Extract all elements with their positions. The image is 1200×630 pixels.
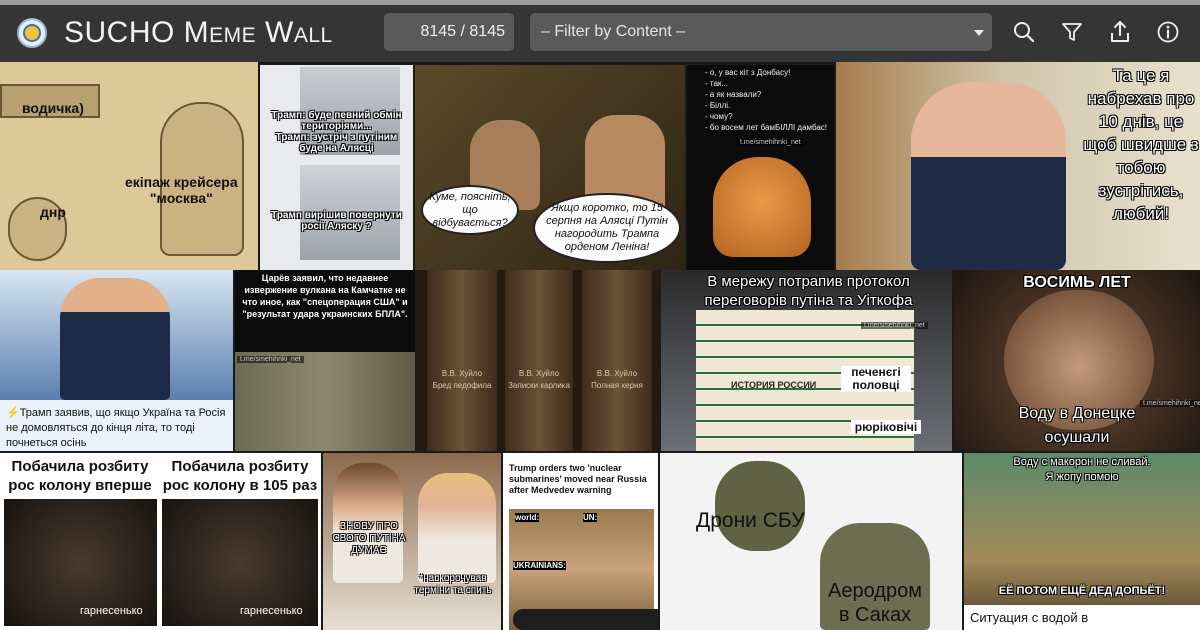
meme-caption: Побачила розбиту рос колону в 105 раз: [162, 458, 318, 494]
book-spine-2: [505, 270, 573, 451]
meme-caption: В мережу потрапив протокол переговорів п…: [704, 273, 913, 309]
meme-caption: В.В. Хуйло Записки карлика: [508, 369, 570, 390]
meme-tile[interactable]: Царёв заявил, что недавнее извержение ву…: [235, 270, 415, 451]
meme-caption: гарнесенько: [240, 605, 303, 617]
meme-caption: В.В. Хуйло Бред педофила: [432, 369, 492, 390]
meme-counter: 8145 / 8145: [384, 13, 514, 51]
watermark: t.me/smehihnki_net: [861, 322, 928, 329]
meme-grid: водичка) екіпаж крейсера "москва" днр Тр…: [0, 62, 1200, 630]
book-spine-3: [582, 270, 652, 451]
speech-bubble-left: Куме, поясніть, що відбувається?: [421, 185, 519, 235]
watermark: t.me/smehihnki_net: [237, 356, 304, 363]
meme-caption: рюріковічі: [851, 420, 921, 434]
share-button[interactable]: [1107, 19, 1133, 45]
video-player-bar[interactable]: [513, 609, 658, 630]
meme-tile[interactable]: Побачила розбиту рос колону вперше Побач…: [0, 453, 321, 630]
watermark: t.me/smehihnki_net: [1140, 400, 1200, 407]
meme-caption: ВОСИМЬ ЛЕТ: [1023, 274, 1131, 291]
search-icon: [1014, 22, 1035, 43]
meme-caption: В.В. Хуйло Полная херня: [591, 369, 643, 390]
app-header: SUCHO Meme Wall 8145 / 8145 – Filter by …: [0, 5, 1200, 62]
meme-tile[interactable]: Та це я набрехав про 10 днів, це щоб шви…: [836, 62, 1200, 270]
meme-tile[interactable]: Trump orders two 'nuclear submarines' mo…: [503, 453, 658, 630]
logo-emblem-icon: [25, 26, 39, 40]
content-filter-select[interactable]: – Filter by Content –: [530, 13, 992, 51]
meme-tile[interactable]: ЗНОВУ ПРО СВОГО ПУТІНА ДУМАЄ *наскорочув…: [323, 453, 501, 630]
info-button[interactable]: [1155, 19, 1181, 45]
meme-tile[interactable]: - о, у вас кіт з Донбасу! - так... - а я…: [687, 65, 834, 270]
meme-caption: гарнесенько: [80, 605, 143, 617]
meme-caption: Аеродром в Саках: [828, 580, 922, 626]
two-men-photo: [235, 352, 415, 451]
meme-tile[interactable]: Куме, поясніть, що відбувається? Якщо ко…: [415, 65, 685, 270]
meme-caption: Трамп: буде певний обмін територіями... …: [271, 110, 402, 154]
watermark: t.me/smehihnki_net: [737, 139, 804, 146]
meme-tile[interactable]: Воду с макорон не сливай. Я жопу помою Е…: [964, 453, 1200, 630]
meme-caption: UKRAINIANS:: [513, 561, 566, 570]
meme-caption: ЕЁ ПОТОМ ЕЩЁ ДЕД ДОПЬЁТ!: [998, 585, 1166, 597]
filter-select-label: – Filter by Content –: [541, 23, 686, 40]
jumping-soldier-photo: [715, 461, 805, 551]
meme-tile[interactable]: ВОСИМЬ ЛЕТ Воду в Донецке осушали t.me/s…: [954, 270, 1200, 451]
trump-figure: [60, 278, 170, 400]
meme-caption: Дрони СБУ: [696, 509, 805, 532]
meme-tile[interactable]: Трамп: буде певний обмін територіями... …: [260, 65, 413, 270]
meme-tile[interactable]: В.В. Хуйло Бред педофила В.В. Хуйло Запи…: [417, 270, 659, 451]
meme-tile[interactable]: В мережу потрапив протокол переговорів п…: [661, 270, 952, 451]
filter-button[interactable]: [1059, 19, 1085, 45]
meme-caption: Trump orders two 'nuclear submarines' mo…: [509, 463, 647, 495]
meme-caption: ⚡Трамп заявив, що якщо Україна та Росія …: [6, 407, 226, 449]
speech-bubble-right: Якщо коротко, то 15 серпня на Алясці Пут…: [533, 193, 681, 263]
meme-caption: ИСТОРИЯ РОССИИ: [731, 380, 817, 390]
sucho-logo[interactable]: [17, 18, 47, 48]
chevron-down-icon: [974, 30, 984, 36]
meme-caption: UN:: [583, 513, 598, 522]
meme-caption: Трамп вирішив повернути росії Аляску ?: [271, 210, 402, 232]
orange-cat-photo: [713, 157, 811, 257]
book-spine-1: [427, 270, 497, 451]
meme-caption: водичка): [22, 100, 84, 116]
trump-phone-photo: [911, 82, 1066, 270]
meme-caption: Воду с макорон не сливай. Я жопу помою: [1013, 456, 1151, 483]
man-in-bed-photo: [418, 473, 496, 583]
meme-caption: ЗНОВУ ПРО СВОГО ПУТІНА ДУМАЄ: [332, 521, 406, 556]
info-icon: [1157, 21, 1179, 43]
search-button[interactable]: [1011, 19, 1037, 45]
meme-tile[interactable]: Дрони СБУ Аеродром в Саках: [660, 453, 962, 630]
meme-tile[interactable]: ⚡Трамп заявив, що якщо Україна та Росія …: [0, 270, 233, 451]
meme-caption: Воду в Донецке осушали: [1018, 405, 1136, 446]
app-title: SUCHO Meme Wall: [64, 16, 333, 49]
meme-caption: world:: [515, 513, 539, 522]
meme-caption: Побачила розбиту рос колону вперше: [8, 458, 152, 494]
meme-caption: Царёв заявил, что недавнее извержение ву…: [242, 273, 408, 319]
meme-caption: печенєгі половці: [841, 366, 911, 392]
filter-icon: [1062, 23, 1082, 41]
meme-tile[interactable]: водичка) екіпаж крейсера "москва" днр: [0, 62, 258, 270]
meme-caption: - о, у вас кіт з Донбасу! - так... - а я…: [705, 68, 828, 132]
meme-caption: Та це я набрехав про 10 днів, це щоб шви…: [1083, 66, 1199, 223]
meme-caption: Ситуация с водой в: [970, 610, 1089, 625]
meme-caption: днр: [40, 204, 66, 220]
share-icon: [1111, 21, 1129, 42]
meme-caption: екіпаж крейсера "москва": [125, 174, 238, 206]
meme-caption: *наскорочував терміни та спить: [414, 573, 492, 596]
